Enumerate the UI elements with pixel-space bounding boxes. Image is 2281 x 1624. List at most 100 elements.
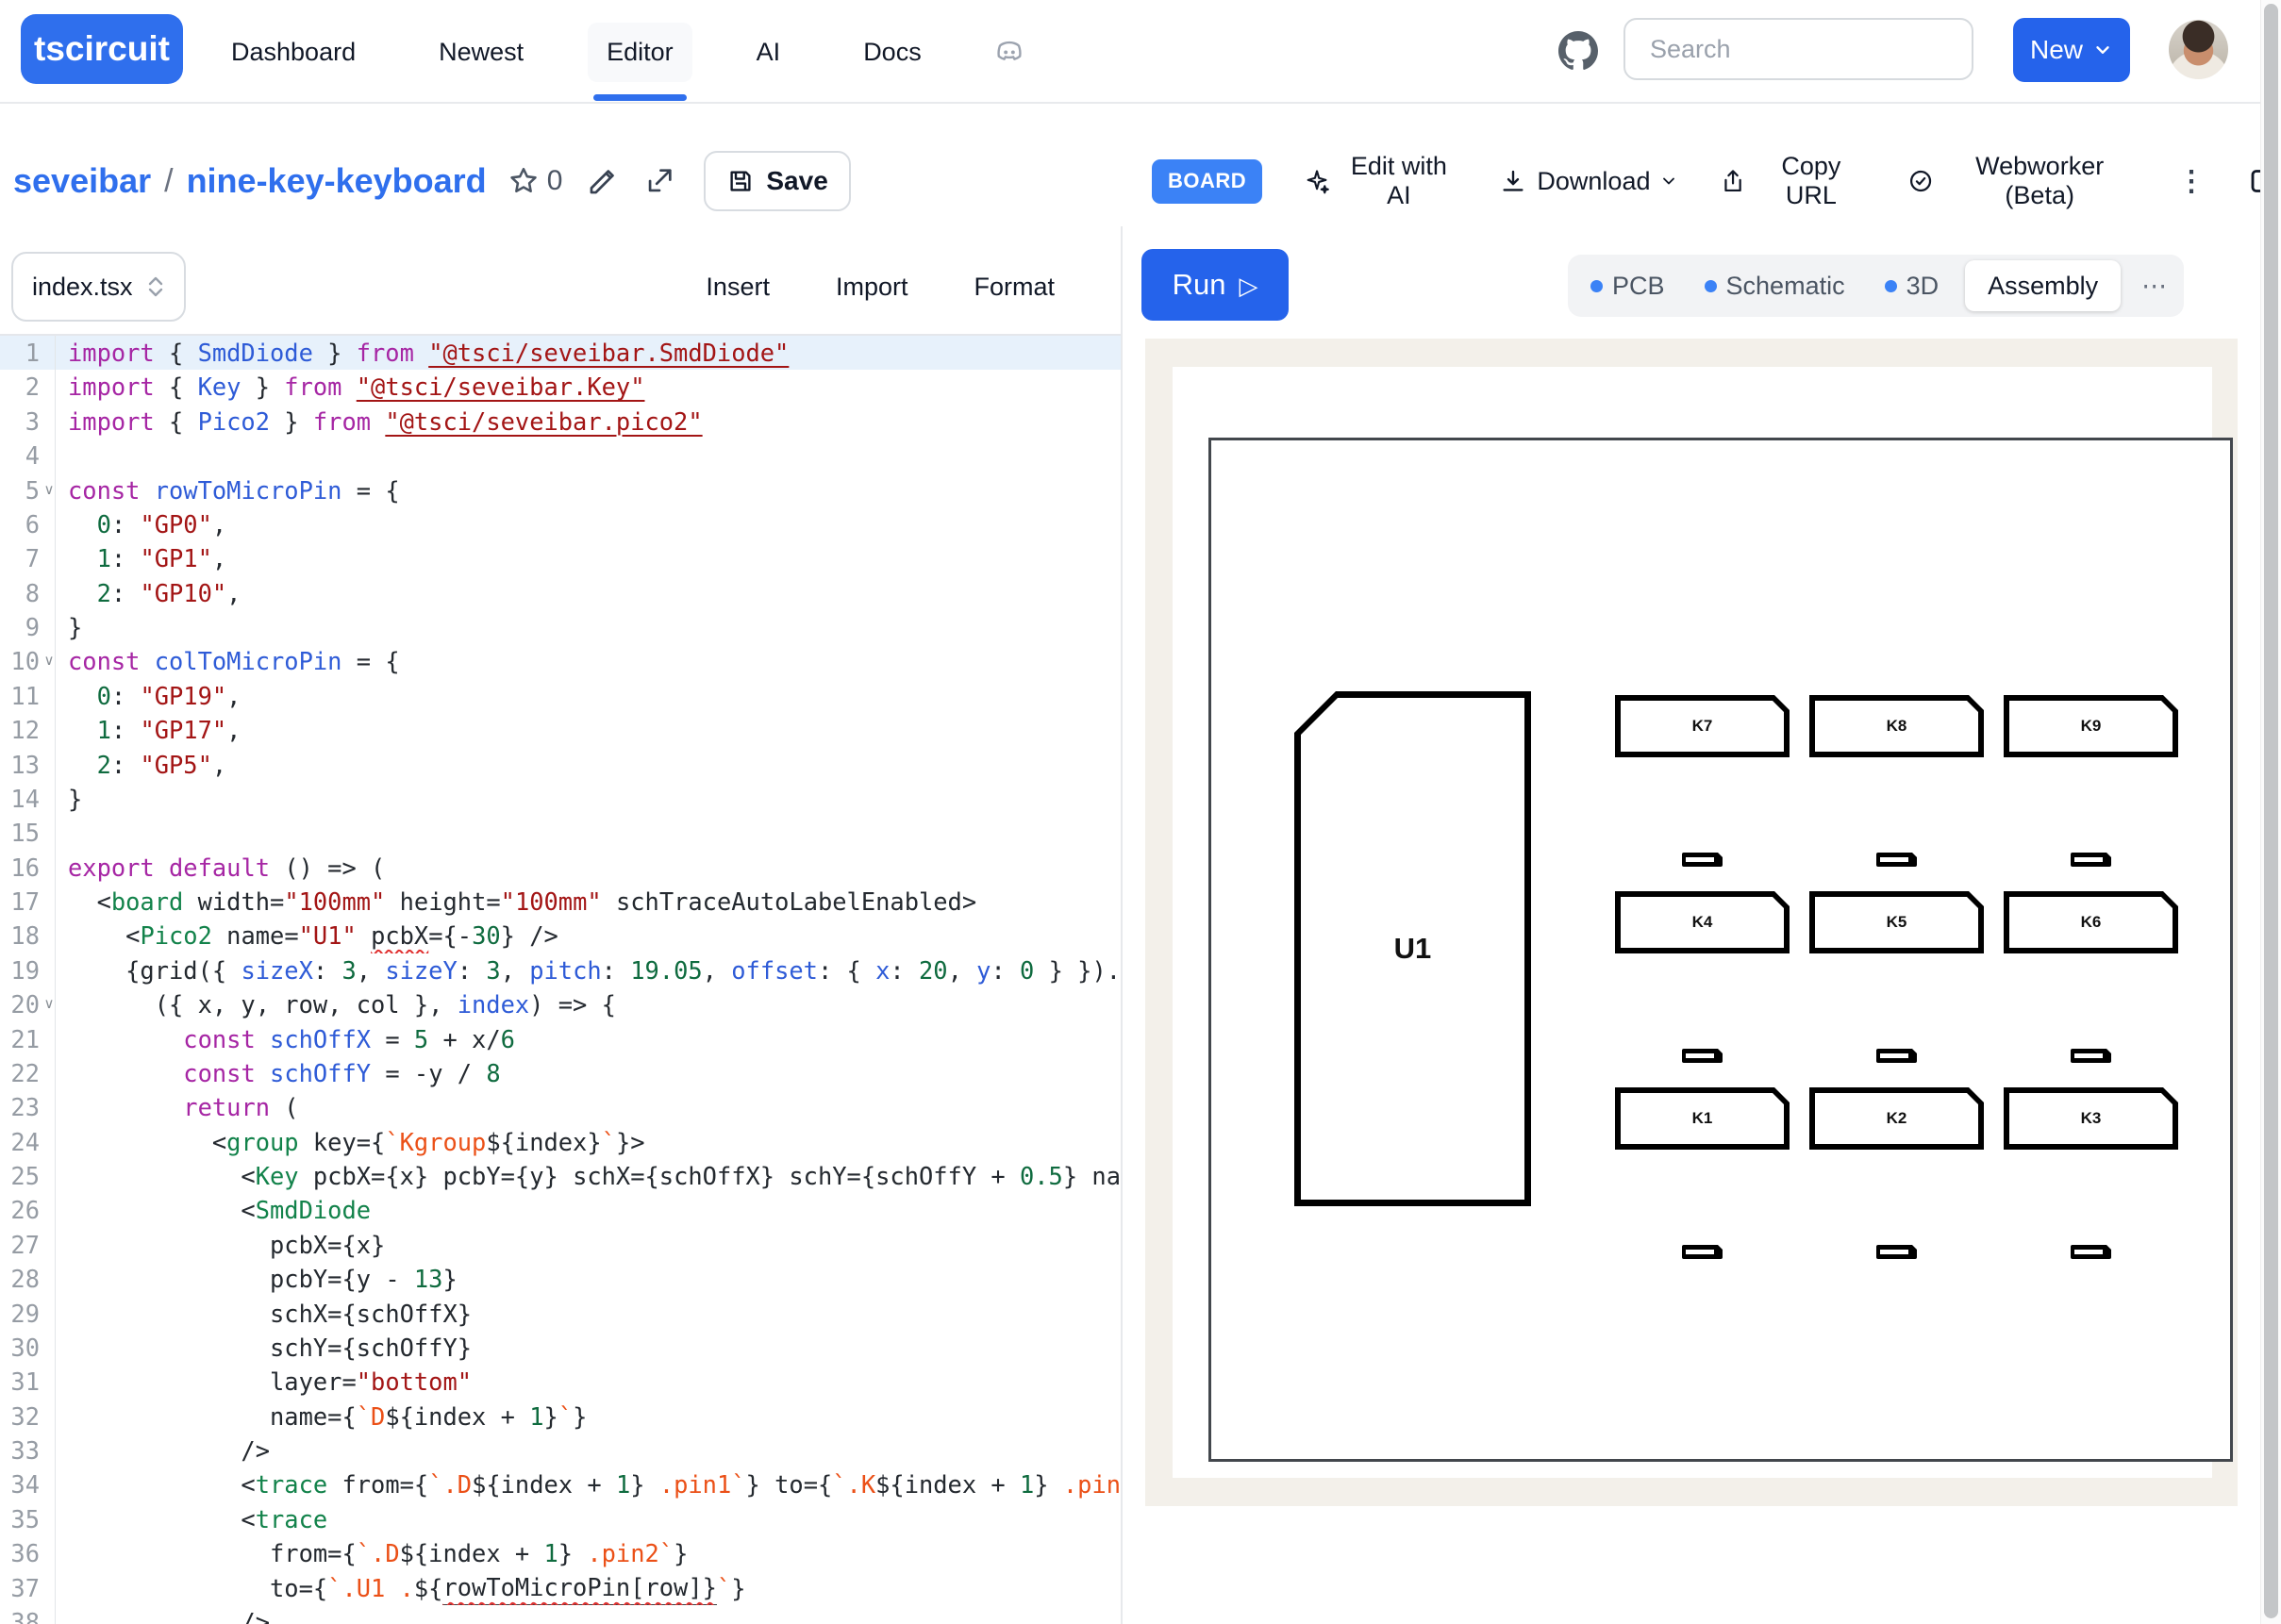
- code-line[interactable]: 33 />: [0, 1433, 1123, 1467]
- line-number: 1: [0, 336, 43, 370]
- code-line[interactable]: 27 pcbX={x}: [0, 1228, 1123, 1262]
- breadcrumb-project[interactable]: nine-key-keyboard: [187, 161, 487, 201]
- code-line[interactable]: 11 0: "GP19",: [0, 679, 1123, 713]
- breadcrumb-owner[interactable]: seveibar: [13, 161, 151, 201]
- user-avatar[interactable]: [2169, 20, 2228, 79]
- code-line[interactable]: 36 from={`.D${index + 1} .pin2`}: [0, 1536, 1123, 1570]
- line-number: 21: [0, 1022, 43, 1056]
- code-line-text: [55, 439, 1123, 472]
- code-line[interactable]: 5∨const rowToMicroPin = {: [0, 473, 1123, 507]
- fold-chevron-icon[interactable]: ∨: [43, 987, 55, 1021]
- code-line[interactable]: 22 const schOffY = -y / 8: [0, 1056, 1123, 1090]
- copy-url-button[interactable]: Copy URL: [1720, 152, 1866, 210]
- file-tab-selector[interactable]: index.tsx: [11, 252, 186, 322]
- line-number: 31: [0, 1365, 43, 1399]
- view-tab-3d[interactable]: 3D: [1872, 260, 1953, 311]
- code-line[interactable]: 32 name={`D${index + 1}`}: [0, 1400, 1123, 1433]
- code-line-text: name={`D${index + 1}`}: [55, 1400, 1123, 1433]
- key-label: K6: [2009, 897, 2173, 948]
- more-options-button[interactable]: ⋮: [2177, 165, 2206, 198]
- code-line[interactable]: 37 to={`.U1 .${rowToMicroPin[row]}`}: [0, 1571, 1123, 1605]
- code-line[interactable]: 1import { SmdDiode } from "@tsci/seveiba…: [0, 336, 1123, 370]
- code-line[interactable]: 12 1: "GP17",: [0, 713, 1123, 747]
- scrollbar-thumb[interactable]: [2264, 4, 2278, 1618]
- code-line[interactable]: 35 <trace: [0, 1502, 1123, 1536]
- code-line[interactable]: 18 <Pico2 name="U1" pcbX={-30} />: [0, 919, 1123, 953]
- code-line-text: <group key={`Kgroup${index}`}>: [55, 1125, 1123, 1159]
- code-line[interactable]: 2import { Key } from "@tsci/seveibar.Key…: [0, 370, 1123, 404]
- code-line[interactable]: 31 layer="bottom": [0, 1365, 1123, 1399]
- page-scrollbar[interactable]: [2260, 0, 2281, 1624]
- play-icon: ▷: [1239, 272, 1257, 301]
- board-badge: BOARD: [1152, 159, 1262, 204]
- star-icon: [508, 165, 540, 197]
- code-line-text: 2: "GP10",: [55, 576, 1123, 610]
- code-line[interactable]: 23 return (: [0, 1090, 1123, 1124]
- github-icon[interactable]: [1558, 31, 1598, 71]
- nav-item-dashboard[interactable]: Dashboard: [212, 23, 375, 82]
- star-button[interactable]: 0: [508, 165, 563, 197]
- code-line[interactable]: 26 <SmdDiode: [0, 1193, 1123, 1227]
- code-line[interactable]: 21 const schOffX = 5 + x/6: [0, 1022, 1123, 1056]
- new-button[interactable]: New: [2013, 18, 2130, 82]
- code-line[interactable]: 10∨const colToMicroPin = {: [0, 644, 1123, 678]
- search-input[interactable]: [1623, 18, 1973, 80]
- share-button[interactable]: [643, 165, 675, 197]
- code-line[interactable]: 28 pcbY={y - 13}: [0, 1262, 1123, 1296]
- edit-with-ai-button[interactable]: Edit with AI: [1304, 152, 1457, 210]
- line-number: 24: [0, 1125, 43, 1159]
- save-button[interactable]: Save: [704, 151, 850, 211]
- code-line[interactable]: 24 <group key={`Kgroup${index}`}>: [0, 1125, 1123, 1159]
- code-line[interactable]: 14}: [0, 782, 1123, 816]
- download-button[interactable]: Download: [1499, 167, 1678, 196]
- rename-button[interactable]: [587, 165, 619, 197]
- code-line[interactable]: 19 {grid({ sizeX: 3, sizeY: 3, pitch: 19…: [0, 953, 1123, 987]
- project-toolbar-right: BOARD Edit with AI Download Copy URL Web…: [1152, 141, 2281, 221]
- code-line[interactable]: 16export default () => (: [0, 851, 1123, 885]
- share-arrow-icon: [643, 165, 675, 197]
- nav-item-docs[interactable]: Docs: [844, 23, 941, 82]
- editor-actions: Insert Import Format: [706, 252, 1055, 322]
- code-line[interactable]: 30 schY={schOffY}: [0, 1331, 1123, 1365]
- code-line-text: import { Key } from "@tsci/seveibar.Key": [55, 370, 1123, 404]
- nav-item-newest[interactable]: Newest: [420, 23, 542, 82]
- code-line[interactable]: 15: [0, 816, 1123, 850]
- view-tab-schematic[interactable]: Schematic: [1691, 260, 1858, 311]
- import-button[interactable]: Import: [836, 273, 908, 302]
- code-line[interactable]: 13 2: "GP5",: [0, 748, 1123, 782]
- run-button[interactable]: Run ▷: [1141, 249, 1289, 321]
- sparkle-icon: [1304, 167, 1330, 195]
- nav-item-ai[interactable]: AI: [738, 23, 800, 82]
- webworker-label: Webworker (Beta): [1943, 152, 2136, 210]
- assembly-canvas[interactable]: U1 K7K8K9K4K5K6K1K2K3: [1145, 339, 2238, 1506]
- webworker-toggle[interactable]: Webworker (Beta): [1907, 152, 2136, 210]
- fold-chevron-icon[interactable]: ∨: [43, 473, 55, 507]
- code-line[interactable]: 20∨ ({ x, y, row, col }, index) => {: [0, 987, 1123, 1021]
- key-label: K7: [1621, 701, 1784, 752]
- code-line-text: {grid({ sizeX: 3, sizeY: 3, pitch: 19.05…: [55, 953, 1123, 987]
- code-line[interactable]: 38 />: [0, 1605, 1123, 1624]
- view-tab-pcb[interactable]: PCB: [1577, 260, 1678, 311]
- code-line[interactable]: 29 schX={schOffX}: [0, 1297, 1123, 1331]
- nav-item-editor[interactable]: Editor: [588, 23, 692, 82]
- code-editor[interactable]: 1import { SmdDiode } from "@tsci/seveiba…: [0, 336, 1123, 1624]
- insert-button[interactable]: Insert: [706, 273, 770, 302]
- tscircuit-logo[interactable]: tscircuit: [21, 14, 183, 84]
- code-line[interactable]: 3import { Pico2 } from "@tsci/seveibar.p…: [0, 405, 1123, 439]
- view-tab-assembly[interactable]: Assembly: [1965, 260, 2121, 311]
- code-line[interactable]: 4: [0, 439, 1123, 472]
- code-line-text: export default () => (: [55, 851, 1123, 885]
- code-line-text: 2: "GP5",: [55, 748, 1123, 782]
- view-tabs-overflow-button[interactable]: ⋯: [2134, 272, 2174, 301]
- code-line[interactable]: 6 0: "GP0",: [0, 507, 1123, 541]
- fold-chevron-icon[interactable]: ∨: [43, 644, 55, 678]
- code-line-text: />: [55, 1605, 1123, 1624]
- code-line[interactable]: 25 <Key pcbX={x} pcbY={y} schX={schOffX}…: [0, 1159, 1123, 1193]
- code-line[interactable]: 7 1: "GP1",: [0, 541, 1123, 575]
- code-line[interactable]: 9}: [0, 610, 1123, 644]
- format-button[interactable]: Format: [974, 273, 1055, 302]
- code-line[interactable]: 8 2: "GP10",: [0, 576, 1123, 610]
- code-line[interactable]: 34 <trace from={`.D${index + 1} .pin1`} …: [0, 1467, 1123, 1501]
- discord-icon[interactable]: [991, 36, 1027, 68]
- code-line[interactable]: 17 <board width="100mm" height="100mm" s…: [0, 885, 1123, 919]
